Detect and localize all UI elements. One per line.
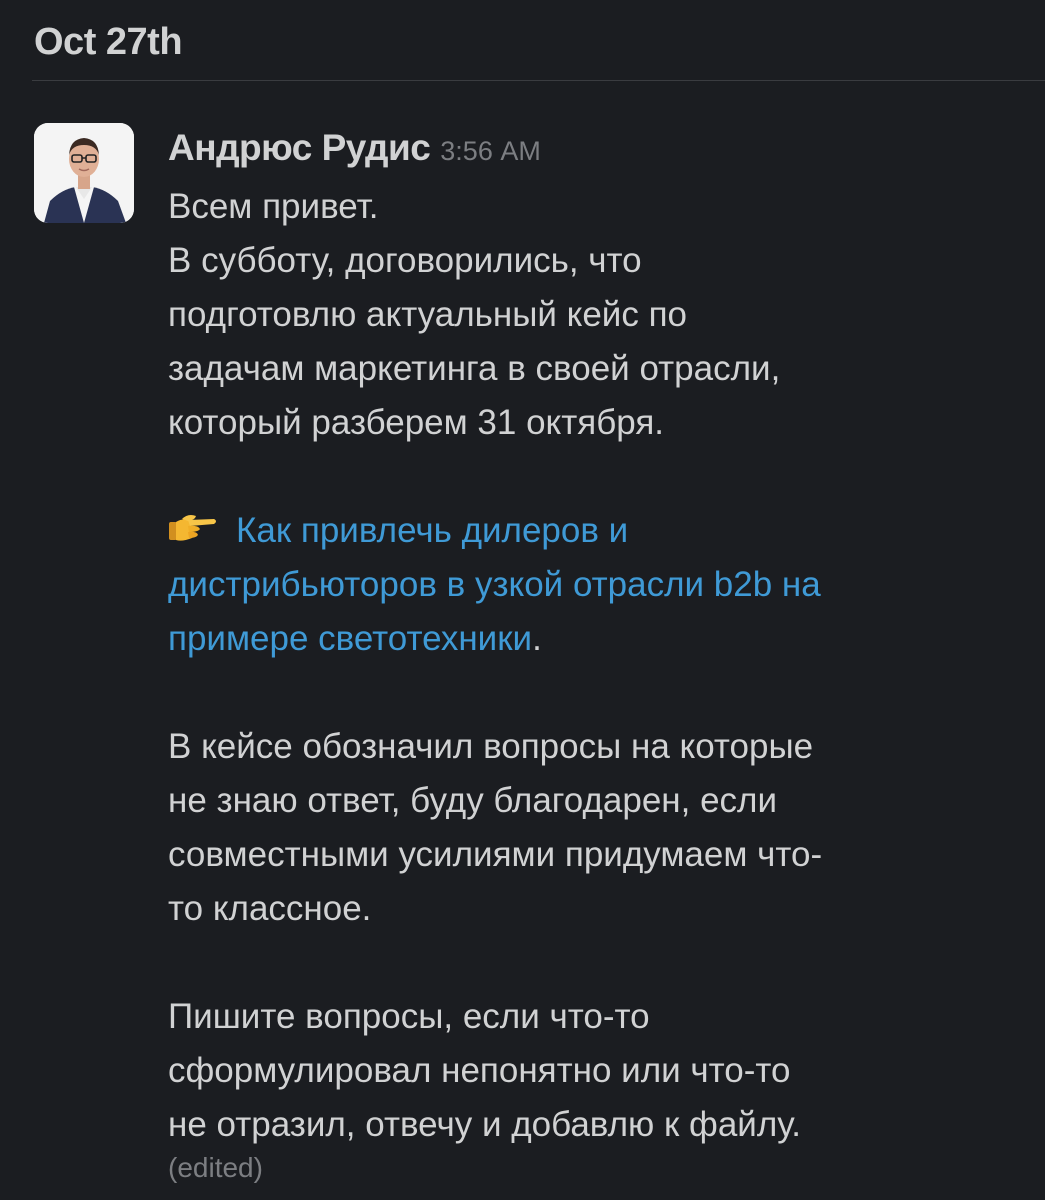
author-name[interactable]: Андрюс Рудис [168,127,431,168]
text-line: не отразил, отвечу и добавлю к файлу. [168,1105,801,1144]
paragraph-link: Как привлечь дилеров и дистрибьюторов в … [168,504,1028,666]
message: Андрюс Рудис 3:56 AM Всем привет. В суббо… [168,124,1028,1186]
message-body: Всем привет. В субботу, договорились, чт… [168,180,1028,1152]
text-line: Пишите вопросы, если что-то [168,997,650,1036]
text-line: не знаю ответ, буду благодарен, если [168,781,778,820]
pointing-right-icon [168,508,218,544]
case-link[interactable]: дистрибьюторов в узкой отрасли b2b на [168,565,821,604]
avatar[interactable] [34,123,134,223]
case-link[interactable]: примере светотехники [168,619,532,658]
text-line: В субботу, договорились, что [168,241,642,280]
text-line: Как привлечь дилеров и [168,504,1028,558]
text-line: примере светотехники. [168,612,1028,666]
trailing-period: . [532,619,542,658]
edited-label[interactable]: (edited) [168,1150,1028,1186]
paragraph-questions: В кейсе обозначил вопросы на которые не … [168,720,1028,936]
text-line: то классное. [168,889,372,928]
date-header: Oct 27th [34,21,183,63]
text-line: В кейсе обозначил вопросы на которые [168,727,814,766]
paragraph-greeting: Всем привет. В субботу, договорились, чт… [168,180,1028,450]
text-line: совместными усилиями придумаем что- [168,835,823,874]
avatar-image [34,123,134,223]
text-line: дистрибьюторов в узкой отрасли b2b на [168,558,1028,612]
text-line: сформулировал непонятно или что-то [168,1051,791,1090]
text-line: Всем привет. [168,187,379,226]
text-line: подготовлю актуальный кейс по [168,295,688,334]
text-line: задачам маркетинга в своей отрасли, [168,349,781,388]
text-line: который разберем 31 октября. [168,403,665,442]
case-link[interactable]: Как привлечь дилеров и [236,511,628,550]
message-timestamp[interactable]: 3:56 AM [440,136,541,166]
paragraph-closing: Пишите вопросы, если что-то сформулирова… [168,990,1028,1152]
date-divider [32,80,1045,81]
message-header: Андрюс Рудис 3:56 AM [168,124,1028,172]
